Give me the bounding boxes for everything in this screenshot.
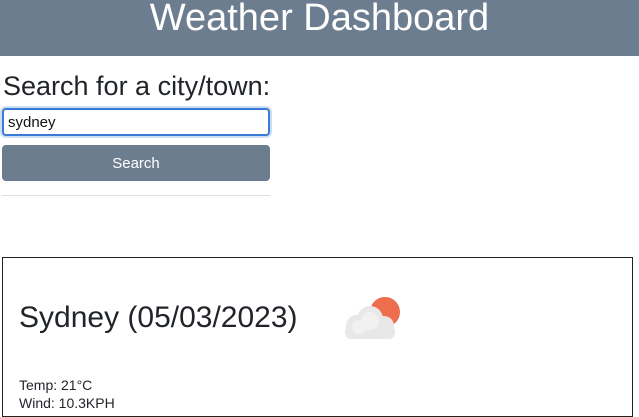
partly-cloudy-icon [345,297,400,339]
temperature-text: Temp: 21°C [19,377,93,393]
search-history-divider [2,195,270,196]
city-search-input[interactable] [2,108,270,136]
page-title: Weather Dashboard [149,0,490,39]
search-button[interactable]: Search [2,145,270,181]
app-header: Weather Dashboard [0,0,639,56]
current-weather-card: Sydney (05/03/2023) Temp: 21°C Wind: 10.… [2,257,633,417]
search-label: Search for a city/town: [3,71,271,101]
city-date-title: Sydney (05/03/2023) [19,301,298,334]
wind-text: Wind: 10.3KPH [19,395,115,411]
